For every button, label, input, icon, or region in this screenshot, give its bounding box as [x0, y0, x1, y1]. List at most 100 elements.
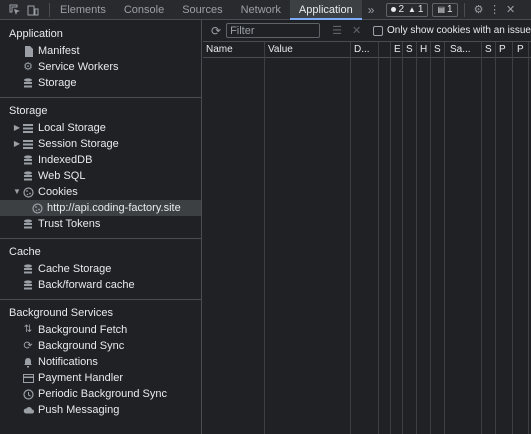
column-divider[interactable]	[430, 42, 431, 434]
sidebar-item-periodic-background-sync[interactable]: Periodic Background Sync	[0, 386, 201, 402]
sidebar-item-cookies[interactable]: ▼ Cookies	[0, 184, 201, 200]
column-divider[interactable]	[512, 42, 513, 434]
sidebar-item-storage[interactable]: Storage	[0, 75, 201, 91]
sidebar-item-payment-handler[interactable]: Payment Handler	[0, 370, 201, 386]
section-divider	[0, 238, 201, 239]
only-issues-checkbox[interactable]	[373, 25, 384, 36]
database-icon	[22, 154, 34, 166]
column-divider[interactable]	[416, 42, 417, 434]
database-icon	[22, 77, 34, 89]
toolbar-divider	[463, 2, 465, 17]
settings-gear-icon[interactable]: ⚙	[472, 3, 486, 17]
collapse-arrow-icon[interactable]: ▼	[12, 184, 22, 200]
column-name[interactable]: Name	[203, 42, 265, 57]
column-divider[interactable]	[350, 42, 351, 434]
sidebar-item-label: Manifest	[38, 45, 80, 57]
sidebar-item-label: Trust Tokens	[38, 218, 101, 230]
grid-icon	[22, 122, 34, 134]
tab-console[interactable]: Console	[115, 0, 173, 20]
section-divider	[0, 299, 201, 300]
sidebar-item-local-storage[interactable]: ▶ Local Storage	[0, 120, 201, 136]
cookies-panel: ⟳ ☰ ✕ Only show cookies with an issue Na…	[203, 20, 531, 434]
column-divider[interactable]	[495, 42, 496, 434]
messages-badge[interactable]: ▤ 1	[432, 2, 458, 17]
sidebar-item-label: Local Storage	[38, 122, 106, 134]
column-divider[interactable]	[378, 42, 379, 434]
message-icon: ▤	[437, 5, 446, 14]
sidebar-item-cookie-origin[interactable]: http://api.coding-factory.site	[0, 200, 201, 216]
sidebar-item-background-fetch[interactable]: ⇅ Background Fetch	[0, 322, 201, 338]
clear-filtered-cookies-icon[interactable]: ☰	[332, 24, 342, 37]
cookie-icon	[22, 186, 34, 198]
section-title-cache: Cache	[9, 246, 41, 258]
column-domain[interactable]: D...	[351, 42, 378, 57]
refresh-icon[interactable]: ⟳	[211, 24, 221, 38]
tab-application[interactable]: Application	[289, 0, 362, 20]
section-title-application: Application	[9, 28, 63, 40]
column-sameparty[interactable]: S	[482, 42, 495, 57]
document-icon	[22, 45, 34, 57]
filter-input[interactable]	[226, 23, 321, 38]
sidebar-item-trust-tokens[interactable]: Trust Tokens	[0, 216, 201, 232]
sidebar-item-cache-storage[interactable]: Cache Storage	[0, 261, 201, 277]
sidebar-item-label: Cookies	[38, 186, 78, 198]
sidebar-item-indexeddb[interactable]: IndexedDB	[0, 152, 201, 168]
column-secure[interactable]: S	[431, 42, 444, 57]
column-samesite[interactable]: Sa...	[447, 42, 483, 57]
sidebar-item-label: Notifications	[38, 356, 98, 368]
issues-badge[interactable]: 2 ▲ 1	[386, 2, 429, 17]
sidebar-item-session-storage[interactable]: ▶ Session Storage	[0, 136, 201, 152]
sidebar-item-notifications[interactable]: Notifications	[0, 354, 201, 370]
cloud-icon	[22, 404, 34, 416]
sidebar-item-label: Storage	[38, 77, 77, 89]
column-divider[interactable]	[481, 42, 482, 434]
device-toolbar-icon[interactable]	[26, 3, 40, 17]
only-issues-label: Only show cookies with an issue	[387, 25, 531, 36]
tab-sources[interactable]: Sources	[173, 0, 231, 20]
inspect-element-icon[interactable]	[8, 3, 22, 17]
column-divider[interactable]	[444, 42, 445, 434]
database-icon	[22, 263, 34, 275]
sync-icon: ⟳	[23, 340, 33, 352]
column-value[interactable]: Value	[265, 42, 351, 57]
sidebar-item-push-messaging[interactable]: Push Messaging	[0, 402, 201, 418]
section-title-background-services: Background Services	[9, 307, 113, 319]
more-options-icon[interactable]: ⋮	[488, 3, 502, 17]
column-partition-key[interactable]: P	[496, 42, 511, 57]
column-divider[interactable]	[264, 42, 265, 434]
sidebar-item-label: IndexedDB	[38, 154, 93, 166]
bell-icon	[22, 356, 34, 368]
tab-elements[interactable]: Elements	[51, 0, 115, 20]
column-size[interactable]: S	[403, 42, 416, 57]
sidebar-item-label: Payment Handler	[38, 372, 123, 384]
column-priority[interactable]: P	[514, 42, 529, 57]
cookies-filter-bar: ⟳ ☰ ✕ Only show cookies with an issue	[203, 20, 531, 42]
sidebar-item-manifest[interactable]: Manifest	[0, 43, 201, 59]
clock-icon	[22, 388, 34, 400]
expand-arrow-icon[interactable]: ▶	[12, 136, 22, 152]
column-divider[interactable]	[402, 42, 403, 434]
column-divider[interactable]	[528, 42, 529, 434]
column-divider[interactable]	[390, 42, 391, 434]
sidebar-item-background-sync[interactable]: ⟳ Background Sync	[0, 338, 201, 354]
sidebar-item-label: http://api.coding-factory.site	[47, 202, 181, 214]
sidebar-item-service-workers[interactable]: ⚙ Service Workers	[0, 59, 201, 75]
sidebar-item-label: Service Workers	[38, 61, 119, 73]
close-icon[interactable]: ✕	[504, 3, 518, 17]
database-icon	[22, 170, 34, 182]
delete-selected-icon[interactable]: ✕	[352, 24, 361, 37]
sidebar-item-label: Background Sync	[38, 340, 125, 352]
warnings-count: 1	[417, 4, 424, 15]
tab-network[interactable]: Network	[232, 0, 290, 20]
devtools-toolbar: Elements Console Sources Network Applica…	[0, 0, 531, 20]
section-divider	[0, 97, 201, 98]
expand-arrow-icon[interactable]: ▶	[12, 120, 22, 136]
more-tabs-button[interactable]: »	[362, 3, 381, 17]
database-icon	[22, 218, 34, 230]
sidebar-item-label: Push Messaging	[38, 404, 120, 416]
column-httponly[interactable]: H	[417, 42, 430, 57]
toolbar-divider	[49, 2, 50, 17]
sidebar-item-web-sql[interactable]: Web SQL	[0, 168, 201, 184]
sidebar-item-label: Web SQL	[38, 170, 86, 182]
sidebar-item-back-forward-cache[interactable]: Back/forward cache	[0, 277, 201, 293]
